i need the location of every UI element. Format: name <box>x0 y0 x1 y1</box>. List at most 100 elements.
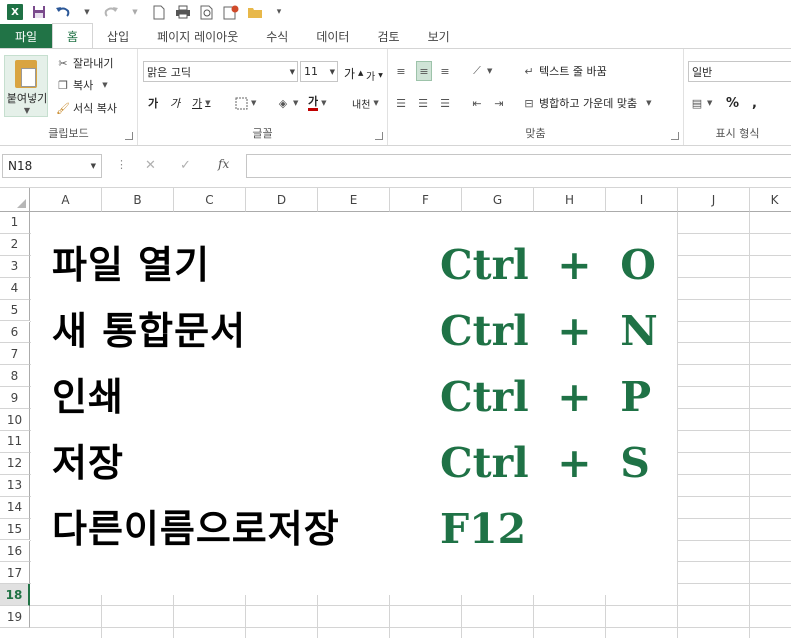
orientation-button[interactable]: ⟋ ▼ <box>470 61 492 81</box>
column-header-c[interactable]: C <box>174 188 246 212</box>
font-name-value: 맑은 고딕 <box>147 65 191 79</box>
new-document-icon[interactable] <box>148 2 170 22</box>
clipboard-icon <box>15 60 37 88</box>
shortcut-name: 새 통합문서 <box>52 309 247 353</box>
select-all-button[interactable] <box>0 188 30 212</box>
open-recent-icon[interactable] <box>220 2 242 22</box>
gridline <box>30 627 791 629</box>
paste-dropdown-icon[interactable]: ▼ <box>5 106 49 115</box>
align-top-button[interactable]: ≡ <box>394 61 408 81</box>
merge-center-button[interactable]: ⊟ 병합하고 가운데 맞춤 ▼ <box>522 93 651 113</box>
clipboard-launcher-icon[interactable] <box>125 132 133 140</box>
row-header-3[interactable]: 3 <box>0 255 30 278</box>
name-box[interactable]: N18 ▼ <box>2 154 102 178</box>
formula-input[interactable] <box>246 154 791 178</box>
tab-review[interactable]: 검토 <box>363 24 413 48</box>
column-header-k[interactable]: K <box>750 188 791 212</box>
font-color-button[interactable]: 가 ▼ <box>308 93 327 113</box>
shortcut-name: 파일 열기 <box>52 243 211 287</box>
row-header-11[interactable]: 11 <box>0 431 30 453</box>
align-right-button[interactable]: ☰ <box>438 93 452 113</box>
chevron-down-icon: ▼ <box>90 162 96 170</box>
row-header-9[interactable]: 9 <box>0 387 30 410</box>
bold-button[interactable]: 가 <box>148 93 158 113</box>
copy-button[interactable]: ❐ 복사 ▼ <box>56 75 108 95</box>
row-header-13[interactable]: 13 <box>0 474 30 497</box>
font-size-value: 11 <box>304 65 318 78</box>
row-header-2[interactable]: 2 <box>0 233 30 256</box>
row-header-5[interactable]: 5 <box>0 299 30 322</box>
column-header-h[interactable]: H <box>534 188 606 212</box>
row-header-18[interactable]: 18 <box>0 584 30 607</box>
italic-button[interactable]: 가 <box>170 93 180 113</box>
row-header-7[interactable]: 7 <box>0 343 30 366</box>
cancel-icon[interactable]: ✕ <box>145 158 156 173</box>
column-header-g[interactable]: G <box>462 188 534 212</box>
undo-icon[interactable] <box>52 2 74 22</box>
border-button[interactable]: ▼ <box>234 93 256 113</box>
fill-color-button[interactable]: ◈ ▼ <box>276 93 299 113</box>
wrap-text-button[interactable]: ↵ 텍스트 줄 바꿈 <box>522 61 606 81</box>
grow-font-button[interactable]: 가 ▲ <box>344 63 363 83</box>
tab-insert[interactable]: 삽입 <box>93 24 143 48</box>
align-center-button[interactable]: ☰ <box>416 93 430 113</box>
font-launcher-icon[interactable] <box>375 132 383 140</box>
row-header-14[interactable]: 14 <box>0 496 30 519</box>
underline-button[interactable]: 가 ▼ <box>192 93 211 113</box>
decrease-indent-button[interactable]: ⇤ <box>470 93 484 113</box>
column-header-i[interactable]: I <box>606 188 678 212</box>
column-header-e[interactable]: E <box>318 188 390 212</box>
merge-center-label: 병합하고 가운데 맞춤 <box>539 97 638 110</box>
row-header-1[interactable]: 1 <box>0 212 30 234</box>
tab-file[interactable]: 파일 <box>0 24 52 48</box>
print-preview-icon[interactable] <box>196 2 218 22</box>
column-header-a[interactable]: A <box>30 188 102 212</box>
row-header-12[interactable]: 12 <box>0 452 30 475</box>
number-format-select[interactable]: 일반 <box>688 61 791 82</box>
save-icon[interactable] <box>28 2 50 22</box>
customize-icon[interactable]: ▾ <box>268 2 290 22</box>
tab-page-layout[interactable]: 페이지 레이아웃 <box>143 24 252 48</box>
row-header-15[interactable]: 15 <box>0 518 30 541</box>
align-bottom-button[interactable]: ≡ <box>438 61 452 81</box>
row-header-17[interactable]: 17 <box>0 562 30 585</box>
redo-dropdown-icon[interactable]: ▼ <box>124 2 146 22</box>
format-painter-button[interactable]: 🖌 서식 복사 <box>56 98 117 118</box>
copy-dropdown-icon[interactable]: ▼ <box>102 81 107 89</box>
cut-button[interactable]: ✂ 잘라내기 <box>56 53 113 73</box>
column-header-j[interactable]: J <box>678 188 750 212</box>
insert-function-icon[interactable]: fx <box>218 157 229 171</box>
print-icon[interactable] <box>172 2 194 22</box>
font-name-select[interactable]: 맑은 고딕 ▼ <box>143 61 298 82</box>
row-header-6[interactable]: 6 <box>0 321 30 344</box>
percent-button[interactable]: % <box>726 93 739 113</box>
undo-dropdown-icon[interactable]: ▼ <box>76 2 98 22</box>
comma-label: , <box>752 95 757 111</box>
shrink-font-button[interactable]: 가 ▼ <box>366 65 383 85</box>
column-header-b[interactable]: B <box>102 188 174 212</box>
folder-icon[interactable] <box>244 2 266 22</box>
column-header-d[interactable]: D <box>246 188 318 212</box>
row-header-10[interactable]: 10 <box>0 409 30 431</box>
tab-view[interactable]: 보기 <box>414 24 464 48</box>
merge-dropdown-icon[interactable]: ▼ <box>646 99 651 107</box>
font-size-select[interactable]: 11 ▼ <box>300 61 338 82</box>
row-header-16[interactable]: 16 <box>0 540 30 563</box>
phonetic-button[interactable]: 내천 ▼ <box>352 93 379 113</box>
redo-icon[interactable] <box>100 2 122 22</box>
align-left-button[interactable]: ☰ <box>394 93 408 113</box>
tab-home[interactable]: 홈 <box>52 23 94 48</box>
tab-data[interactable]: 데이터 <box>302 24 363 48</box>
align-middle-button[interactable]: ≡ <box>416 61 432 81</box>
tab-formulas[interactable]: 수식 <box>252 24 302 48</box>
row-header-8[interactable]: 8 <box>0 365 30 388</box>
column-header-f[interactable]: F <box>390 188 462 212</box>
row-header-19[interactable]: 19 <box>0 606 30 629</box>
row-header-4[interactable]: 4 <box>0 277 30 300</box>
comma-button[interactable]: , <box>752 93 757 113</box>
accounting-format-button[interactable]: ▤ ▼ <box>690 93 713 113</box>
enter-icon[interactable]: ✓ <box>180 158 191 173</box>
increase-indent-button[interactable]: ⇥ <box>492 93 506 113</box>
paste-button[interactable]: 붙여넣기 ▼ <box>4 55 48 117</box>
alignment-launcher-icon[interactable] <box>671 132 679 140</box>
